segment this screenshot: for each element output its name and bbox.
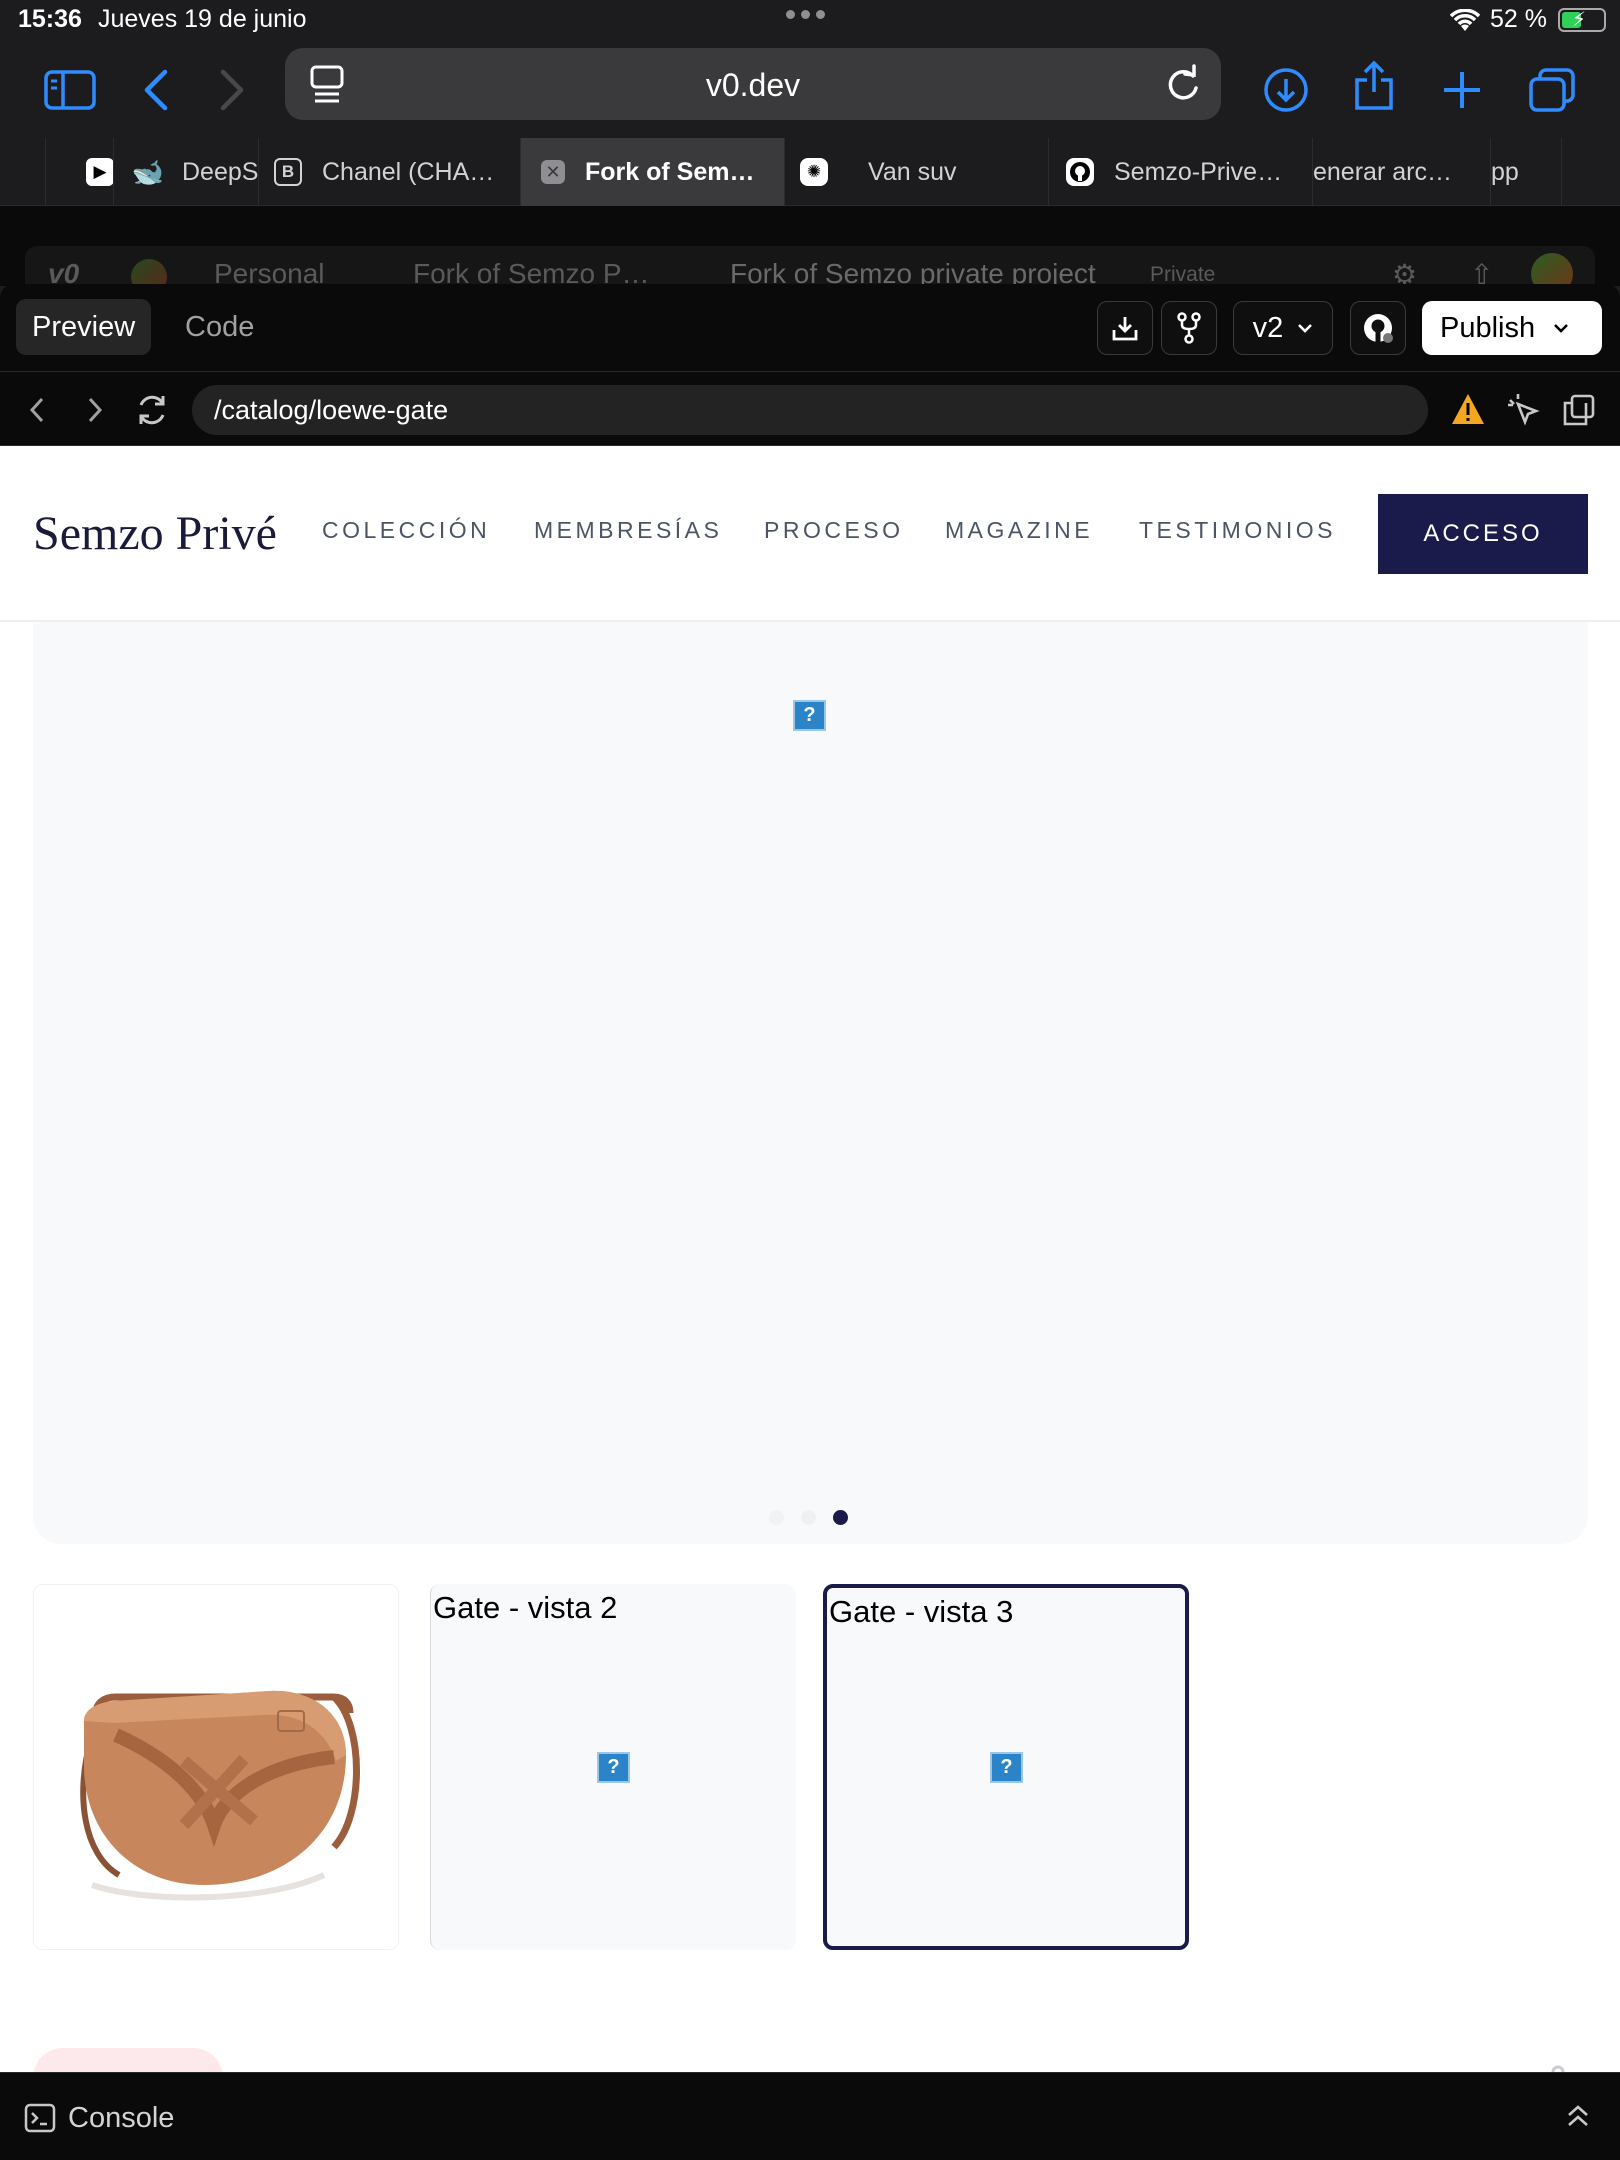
browser-toolbar: v0.dev <box>0 42 1620 138</box>
chevrons-up-icon[interactable] <box>1566 2103 1590 2129</box>
tab-label: Chanel (CHA… <box>322 157 495 186</box>
tab-semzo-prive-github[interactable]: Semzo-Prive… <box>1048 138 1312 206</box>
tab-preview[interactable]: Preview <box>16 299 152 355</box>
preview-path-input[interactable]: /catalog/loewe-gate <box>192 385 1428 435</box>
console-bar[interactable]: Console <box>0 2072 1620 2160</box>
whale-icon: 🐋 <box>131 156 165 187</box>
tab-play[interactable]: ▶ <box>45 138 113 206</box>
status-bar: 15:36 Jueves 19 de junio 52 % ⚡ <box>0 0 1620 42</box>
tab-label: enerar arc… <box>1313 157 1452 186</box>
github-button[interactable] <box>1350 301 1406 355</box>
console-label: Console <box>68 2102 175 2134</box>
download-icon[interactable] <box>1258 62 1314 118</box>
tab-code[interactable]: Code <box>169 299 270 355</box>
nav-membresias[interactable]: MEMBRESÍAS <box>534 517 722 544</box>
github-icon <box>1066 158 1094 186</box>
broken-image-icon: ? <box>990 1752 1023 1783</box>
download-code-button[interactable] <box>1097 301 1153 355</box>
back-icon[interactable] <box>128 62 184 118</box>
carousel-dot-3-active[interactable] <box>833 1510 848 1525</box>
select-element-icon[interactable] <box>1506 392 1542 428</box>
product-main-image[interactable]: ? <box>33 622 1588 1544</box>
carousel-dot-2[interactable] <box>801 1510 816 1525</box>
tab-chanel[interactable]: B Chanel (CHA… <box>258 138 520 206</box>
nav-testimonios[interactable]: TESTIMONIOS <box>1139 517 1336 544</box>
battery-percent: 52 % <box>1490 5 1547 33</box>
thumbnail-caption: Gate - vista 2 <box>433 1590 618 1625</box>
tabs-overview-icon[interactable] <box>1524 62 1580 118</box>
download-icon <box>1112 317 1138 341</box>
play-icon: ▶ <box>86 158 113 186</box>
version-label: v2 <box>1252 311 1284 344</box>
thumbnail-3-selected[interactable]: Gate - vista 3 ? <box>823 1584 1189 1950</box>
reload-icon[interactable] <box>1163 64 1201 104</box>
status-date: Jueves 19 de junio <box>98 5 307 33</box>
site-logo[interactable]: Semzo Privé <box>33 506 277 561</box>
publish-label: Publish <box>1440 311 1536 344</box>
tab-van-suv[interactable]: ✺ Van suv <box>784 138 1048 206</box>
battery-icon: ⚡ <box>1558 8 1606 32</box>
thumbnail-1[interactable] <box>33 1584 399 1950</box>
version-select[interactable]: v2 <box>1233 301 1333 355</box>
wifi-icon <box>1450 9 1480 31</box>
charging-bolt-icon: ⚡ <box>1572 9 1587 31</box>
tab-label: Fork of Sem… <box>585 157 755 186</box>
thumbnail-caption: Gate - vista 3 <box>829 1594 1014 1629</box>
nav-magazine[interactable]: MAGAZINE <box>945 517 1093 544</box>
openai-icon: ✺ <box>800 158 828 186</box>
tab-label: DeepS <box>182 157 258 186</box>
sidebar-icon[interactable] <box>42 62 98 118</box>
github-icon <box>1364 314 1393 343</box>
multitasking-dots-icon[interactable] <box>786 10 825 19</box>
tan-leather-saddle-bag-image <box>34 1585 398 1949</box>
chevron-down-icon <box>1554 324 1569 333</box>
availability-badge <box>33 2048 223 2072</box>
tab-label: pp <box>1491 157 1519 186</box>
new-tab-icon[interactable] <box>1434 62 1490 118</box>
tab-app[interactable]: pp <box>1490 138 1562 206</box>
nav-coleccion[interactable]: COLECCIÓN <box>322 517 490 544</box>
broken-image-icon: ? <box>793 700 826 731</box>
preview-code-bar: Preview Code v2 Publish <box>0 284 1620 372</box>
preview-forward-icon[interactable] <box>86 396 104 424</box>
url-text: v0.dev <box>705 67 801 103</box>
chevron-down-icon <box>1298 324 1313 333</box>
share-icon[interactable] <box>1346 58 1402 114</box>
share-product-icon[interactable] <box>1548 2062 1568 2072</box>
forward-icon[interactable] <box>204 62 260 118</box>
publish-button[interactable]: Publish <box>1422 301 1602 355</box>
tab-strip: ▶ 🐋 DeepS B Chanel (CHA… ✕ Fork of Sem… … <box>0 138 1620 206</box>
fork-button[interactable] <box>1161 301 1217 355</box>
tab-label: Semzo-Prive… <box>1114 157 1283 186</box>
close-icon[interactable]: ✕ <box>541 160 565 184</box>
warning-icon[interactable] <box>1450 392 1486 426</box>
url-bar[interactable]: v0.dev <box>285 48 1221 120</box>
acceso-button[interactable]: ACCESO <box>1378 494 1588 574</box>
preview-frame: Semzo Privé COLECCIÓN MEMBRESÍAS PROCESO… <box>0 446 1620 2072</box>
tab-generar[interactable]: enerar arc… <box>1312 138 1490 206</box>
fork-icon <box>1177 312 1201 344</box>
nav-proceso[interactable]: PROCESO <box>764 517 904 544</box>
thumbnail-2[interactable]: Gate - vista 2 ? <box>430 1584 796 1950</box>
tab-deepseek[interactable]: 🐋 DeepS <box>113 138 258 206</box>
b-icon: B <box>274 158 302 186</box>
site-header: Semzo Privé COLECCIÓN MEMBRESÍAS PROCESO… <box>0 446 1620 622</box>
terminal-icon <box>24 2103 56 2133</box>
v0-project-bar: v0 Personal Fork of Semzo P… Fork of Sem… <box>0 206 1620 306</box>
carousel-dot-1[interactable] <box>769 1510 784 1525</box>
preview-refresh-icon[interactable] <box>134 392 170 428</box>
preview-address-bar: /catalog/loewe-gate <box>0 372 1620 446</box>
tab-label: Van suv <box>868 157 957 186</box>
tab-fork-of-semzo[interactable]: ✕ Fork of Sem… <box>520 138 784 206</box>
open-in-new-window-icon[interactable] <box>1562 393 1596 427</box>
preview-back-icon[interactable] <box>28 396 46 424</box>
broken-image-icon: ? <box>597 1752 630 1783</box>
status-time: 15:36 <box>18 5 82 33</box>
